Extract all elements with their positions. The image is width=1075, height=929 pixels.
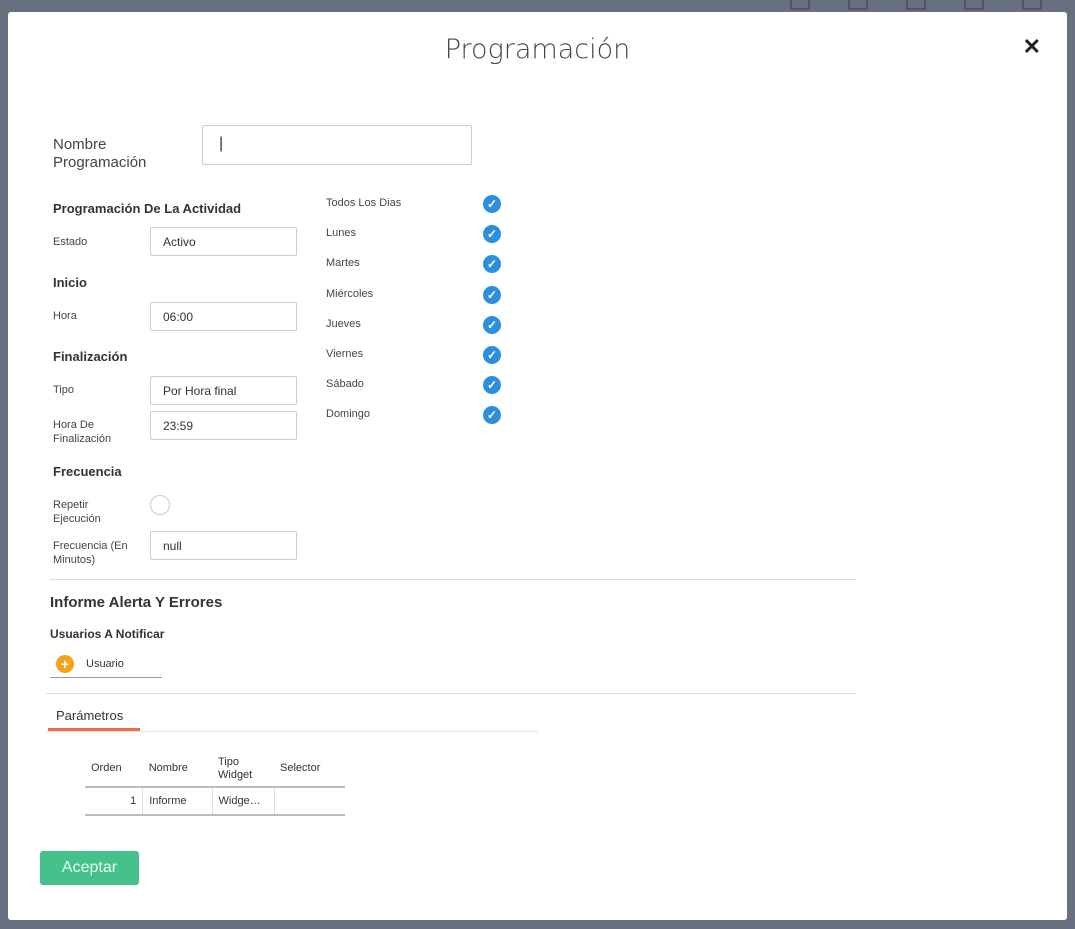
check-icon[interactable]: ✓ [483, 376, 501, 395]
repetir-toggle[interactable] [150, 495, 170, 515]
day-label: Viernes [326, 348, 364, 360]
cell-orden: 1 [85, 787, 144, 816]
check-icon[interactable]: ✓ [483, 255, 501, 274]
parametros-table: Orden Nombre Tipo Widget Selector 1 Info… [85, 751, 345, 816]
tab-parametros[interactable]: Parámetros [48, 708, 140, 731]
col-nombre: Nombre [142, 751, 212, 788]
day-label: Todos Los Dias [326, 197, 402, 209]
informe-heading: Informe Alerta Y Errores [50, 594, 223, 611]
day-label: Lunes [326, 227, 356, 240]
table-row[interactable]: 1 Informe Widge… [85, 787, 345, 816]
check-icon[interactable]: ✓ [483, 225, 501, 244]
frecuencia-heading: Frecuencia [53, 464, 122, 479]
close-icon[interactable]: ✕ [1023, 34, 1041, 60]
check-icon[interactable]: ✓ [483, 285, 501, 304]
tab-divider [46, 731, 538, 732]
check-icon[interactable]: ✓ [483, 315, 501, 334]
cell-selector [274, 787, 345, 816]
add-usuario-button[interactable]: + Usuario [50, 650, 162, 678]
repetir-label: Repetir Ejecución [53, 499, 101, 525]
hora-fin-label: Hora De Finalización [53, 419, 112, 445]
col-selector: Selector [274, 751, 345, 788]
cell-tipo: Widge… [212, 787, 275, 816]
programacion-dialog: Programación ✕ Nombre Programación | Pro… [8, 12, 1067, 920]
cell-nombre: Informe [142, 787, 213, 816]
day-label: Miércoles [326, 287, 374, 300]
day-label: Jueves [326, 317, 361, 330]
actividad-heading: Programación De La Actividad [53, 201, 242, 216]
usuarios-heading: Usuarios A Notificar [50, 627, 165, 641]
estado-label: Estado [53, 236, 88, 248]
frecuencia-input[interactable]: null [150, 531, 297, 560]
hora-fin-input[interactable]: 23:59 [150, 411, 297, 440]
tipo-label: Tipo [53, 384, 74, 396]
divider [50, 579, 856, 580]
frecuencia-label: Frecuencia (En Minutos) [53, 540, 128, 566]
usuario-button-label: Usuario [86, 657, 124, 670]
background-toolbar [790, 0, 1042, 10]
hora-input[interactable]: 06:00 [150, 302, 297, 331]
plus-icon: + [56, 654, 74, 673]
day-label: Domingo [326, 408, 371, 421]
inicio-heading: Inicio [53, 275, 87, 290]
nombre-input[interactable]: | [202, 125, 472, 165]
day-label: Martes [326, 257, 360, 270]
finalizacion-heading: Finalización [53, 349, 128, 364]
col-tipo-widget: Tipo Widget [212, 751, 274, 788]
hora-label: Hora [53, 310, 77, 322]
check-icon[interactable]: ✓ [483, 406, 501, 425]
nombre-label: Nombre Programación [53, 136, 147, 171]
col-orden: Orden [85, 751, 143, 788]
tipo-select[interactable]: Por Hora final [150, 376, 297, 405]
check-icon[interactable]: ✓ [483, 195, 501, 213]
aceptar-button[interactable]: Aceptar [40, 851, 139, 885]
estado-select[interactable]: Activo [150, 227, 297, 256]
dialog-title: Programación [444, 34, 631, 65]
check-icon[interactable]: ✓ [483, 346, 501, 364]
day-label: Sábado [326, 378, 364, 391]
divider [46, 693, 856, 694]
